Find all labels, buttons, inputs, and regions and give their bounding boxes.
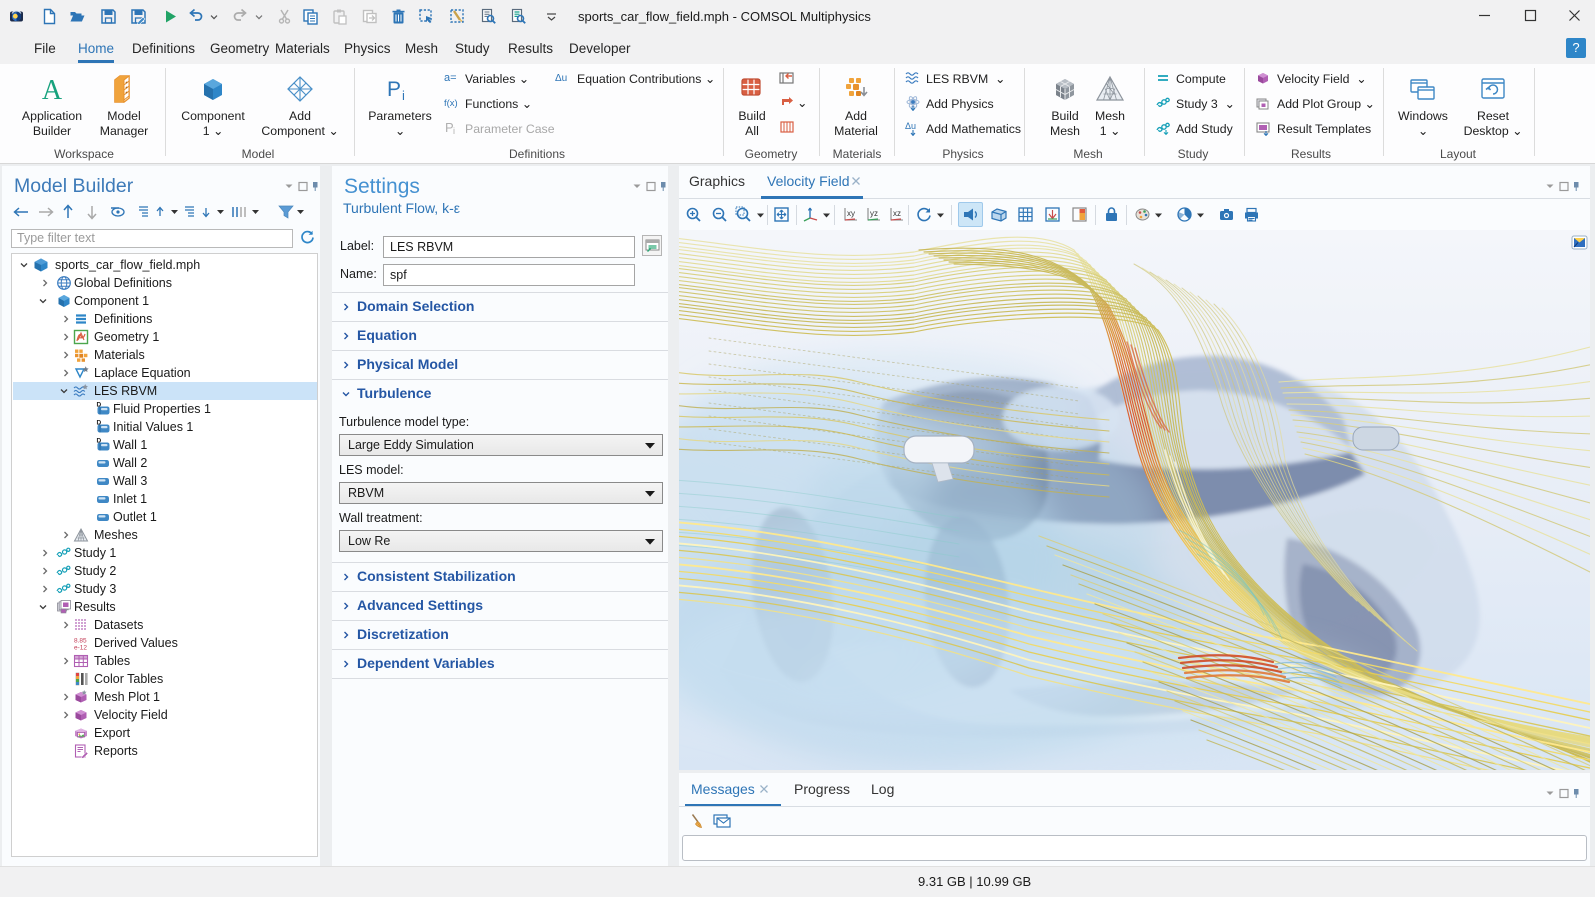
svg-text:Δu: Δu: [905, 121, 916, 131]
svg-text:i: i: [453, 126, 455, 136]
svg-text:a=: a=: [444, 72, 457, 84]
svg-text:xz: xz: [893, 209, 901, 218]
svg-text:P: P: [387, 78, 401, 101]
svg-text:8.85: 8.85: [74, 638, 87, 645]
svg-text:D: D: [97, 402, 102, 409]
svg-text:D: D: [97, 420, 102, 427]
svg-text:D: D: [97, 438, 102, 445]
svg-text:yz: yz: [870, 209, 878, 218]
svg-text:i: i: [402, 88, 405, 102]
svg-text:f(x): f(x): [444, 98, 458, 109]
svg-text:xy: xy: [847, 209, 855, 218]
svg-text:e-12: e-12: [74, 645, 87, 652]
svg-text:A: A: [42, 75, 63, 104]
svg-text:Δu: Δu: [555, 73, 567, 84]
